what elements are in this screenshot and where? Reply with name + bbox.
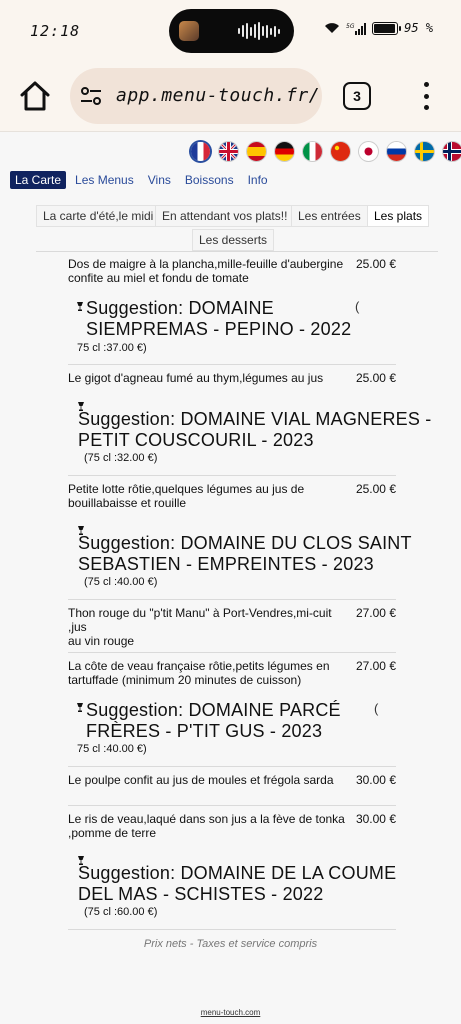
wine-price: 75 cl :40.00 €) (77, 743, 147, 755)
dish-item[interactable]: Dos de maigre à la plancha,mille-feuille… (68, 257, 396, 285)
flag-de-icon[interactable] (275, 142, 294, 161)
main-nav: La Carte Les Menus Vins Boissons Info (10, 171, 277, 189)
status-bar: 12:18 5G 95 % (0, 0, 461, 62)
dish-price: 25.00 € (355, 371, 396, 385)
dish-price: 25.00 € (355, 257, 396, 271)
wine-suggestion[interactable]: Suggestion: DOMAINE PARCÉ FRÈRES - P'TIT … (86, 700, 341, 742)
tab-carte-ete[interactable]: La carte d'été,le midi (36, 205, 161, 227)
wine-glass-icon (77, 302, 83, 311)
tab-plats[interactable]: Les plats (367, 205, 430, 227)
tab-entrees[interactable]: Les entrées (291, 205, 368, 227)
status-time: 12:18 (30, 22, 81, 40)
browser-toolbar: app.menu-touch.fr/ 3 (0, 62, 461, 132)
home-icon[interactable] (18, 79, 52, 113)
media-thumbnail (179, 21, 199, 41)
tab-en-attendant[interactable]: En attendant vos plats!! (155, 205, 295, 227)
dish-name: Thon rouge du "p'tit Manu" à Port-Vendre… (68, 606, 332, 648)
dish-price: 30.00 € (355, 812, 396, 826)
more-menu-icon[interactable] (420, 80, 432, 112)
footer-brand-link[interactable]: menu-touch.com (0, 1008, 461, 1017)
dish-price: 30.00 € (355, 773, 396, 787)
dish-item[interactable]: Le poulpe confit au jus de moules et fré… (68, 773, 396, 787)
network-type: 5G (346, 23, 355, 30)
wine-price: (75 cl :32.00 €) (84, 452, 158, 464)
flag-zh-icon[interactable] (331, 142, 350, 161)
flag-fr-icon[interactable] (191, 142, 210, 161)
wine-price: (75 cl :40.00 €) (84, 576, 158, 588)
dish-item[interactable]: Le ris de veau,laqué dans son jus a la f… (68, 812, 396, 840)
flag-ru-icon[interactable] (387, 142, 406, 161)
site-settings-icon[interactable] (80, 86, 102, 106)
dish-name: La côte de veau française rôtie,petits l… (68, 659, 330, 687)
wine-price: (75 cl :60.00 €) (84, 906, 158, 918)
battery-icon (372, 21, 402, 35)
audio-wave-icon (238, 22, 280, 40)
dish-name: Dos de maigre à la plancha,mille-feuille… (68, 257, 344, 285)
wine-price: 75 cl :37.00 €) (77, 342, 147, 354)
wine-suggestion[interactable]: Suggestion: DOMAINE DU CLOS SAINT SEBASTI… (78, 533, 412, 575)
dish-price: 25.00 € (355, 482, 396, 496)
dish-name: Petite lotte rôtie,quelques légumes au j… (68, 482, 305, 510)
url-text[interactable]: app.menu-touch.fr/ (116, 85, 320, 106)
tab-switcher-button[interactable]: 3 (343, 82, 371, 110)
price-note: Prix nets - Taxes et service compris (143, 938, 318, 950)
dish-item[interactable]: Thon rouge du "p'tit Manu" à Port-Vendre… (68, 606, 396, 648)
dish-name: Le ris de veau,laqué dans son jus a la f… (68, 812, 345, 840)
signal-icon: 5G (346, 22, 367, 35)
wine-suggestion[interactable]: Suggestion: DOMAINE VIAL MAGNERES - PETIT… (78, 409, 431, 451)
wifi-icon (325, 23, 340, 33)
flag-es-icon[interactable] (247, 142, 266, 161)
dish-price: 27.00 € (355, 659, 396, 673)
language-selector (191, 142, 461, 161)
battery-percent: 95 % (404, 21, 433, 35)
dish-item[interactable]: Le gigot d'agneau fumé au thym,légumes a… (68, 371, 396, 385)
dish-item[interactable]: Petite lotte rôtie,quelques légumes au j… (68, 482, 396, 510)
flag-ja-icon[interactable] (359, 142, 378, 161)
dish-name: Le gigot d'agneau fumé au thym,légumes a… (68, 371, 324, 385)
flag-en-icon[interactable] (219, 142, 238, 161)
flag-sv-icon[interactable] (415, 142, 434, 161)
nav-info[interactable]: Info (243, 171, 273, 189)
flag-no-icon[interactable] (443, 142, 461, 161)
dynamic-island[interactable] (169, 9, 294, 53)
wine-glass-icon (77, 703, 83, 712)
battery-level (374, 23, 395, 33)
status-indicators: 5G 95 % (324, 21, 433, 35)
dish-item[interactable]: La côte de veau française rôtie,petits l… (68, 659, 396, 687)
dish-name: Le poulpe confit au jus de moules et fré… (68, 773, 334, 787)
nav-les-menus[interactable]: Les Menus (70, 171, 139, 189)
wine-suggestion[interactable]: Suggestion: DOMAINE SIEMPREMAS - PEPINO -… (86, 298, 351, 340)
wine-suggestion[interactable]: Suggestion: DOMAINE DE LA COUME DEL MAS -… (78, 863, 396, 905)
dish-price: 27.00 € (355, 606, 396, 620)
tab-desserts[interactable]: Les desserts (192, 229, 275, 251)
nav-la-carte[interactable]: La Carte (10, 171, 67, 189)
address-bar[interactable]: app.menu-touch.fr/ (70, 68, 322, 124)
nav-vins[interactable]: Vins (143, 171, 176, 189)
nav-boissons[interactable]: Boissons (180, 171, 239, 189)
flag-it-icon[interactable] (303, 142, 322, 161)
